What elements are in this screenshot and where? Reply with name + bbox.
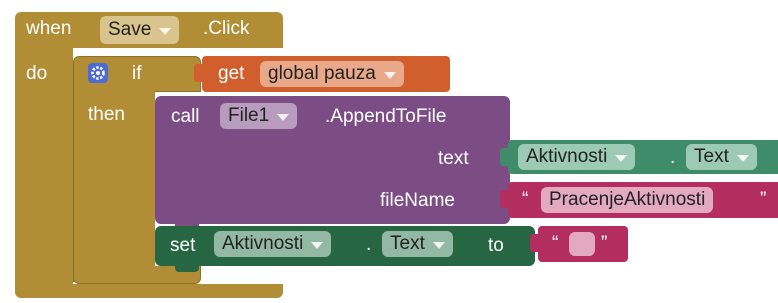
- event-component-dropdown[interactable]: Save: [100, 16, 180, 44]
- variable-dropdown[interactable]: global pauza: [260, 61, 404, 87]
- event-name-label: .Click: [203, 18, 250, 39]
- setter-dot: .: [366, 234, 372, 255]
- event-when-label: when: [26, 18, 72, 39]
- filename-socket-label: fileName: [380, 190, 455, 211]
- file-component-label: File1: [228, 105, 270, 126]
- chevron-down-icon: [159, 27, 172, 35]
- blocks-workspace: when Save .Click do if then get global p…: [0, 0, 778, 303]
- setter-block[interactable]: [155, 226, 535, 266]
- chevron-down-icon: [736, 154, 749, 162]
- setter-component-dropdown[interactable]: Aktivnosti: [214, 231, 332, 257]
- setter-component-label: Aktivnosti: [222, 233, 304, 254]
- empty-open-quote: “: [552, 233, 559, 254]
- get-label: get: [218, 63, 245, 84]
- set-label: set: [170, 235, 196, 256]
- method-label: .AppendToFile: [325, 106, 447, 127]
- empty-close-quote: ”: [601, 233, 608, 254]
- getter-property-dropdown[interactable]: Text: [686, 144, 757, 170]
- empty-text-field[interactable]: [569, 232, 595, 256]
- variable-name: global pauza: [268, 63, 376, 84]
- filename-close-quote: ”: [760, 189, 767, 210]
- getter-property-label: Text: [694, 146, 729, 167]
- chevron-down-icon: [311, 241, 324, 249]
- then-label: then: [88, 104, 125, 125]
- chevron-down-icon: [277, 113, 290, 121]
- text-socket-label: text: [438, 148, 469, 169]
- event-do-label: do: [26, 63, 48, 84]
- event-block-footer: [15, 284, 283, 298]
- setter-to-label: to: [488, 235, 504, 256]
- getter-component-dropdown[interactable]: Aktivnosti: [518, 144, 636, 170]
- setter-property-label: Text: [390, 233, 425, 254]
- getter-component-label: Aktivnosti: [526, 146, 608, 167]
- chevron-down-icon: [383, 71, 396, 79]
- file-component-dropdown[interactable]: File1: [220, 103, 298, 129]
- chevron-down-icon: [432, 241, 445, 249]
- setter-notch: [175, 266, 199, 272]
- event-component-label: Save: [108, 19, 152, 40]
- setter-property-dropdown[interactable]: Text: [382, 231, 453, 257]
- filename-text-field[interactable]: PracenjeAktivnosti: [541, 187, 714, 213]
- gear-icon[interactable]: [88, 63, 108, 83]
- call-label: call: [171, 106, 200, 127]
- chevron-down-icon: [615, 154, 628, 162]
- filename-text-value: PracenjeAktivnosti: [549, 189, 706, 210]
- filename-open-quote: “: [522, 189, 529, 210]
- if-label: if: [132, 63, 142, 84]
- getter-dot: .: [670, 147, 676, 168]
